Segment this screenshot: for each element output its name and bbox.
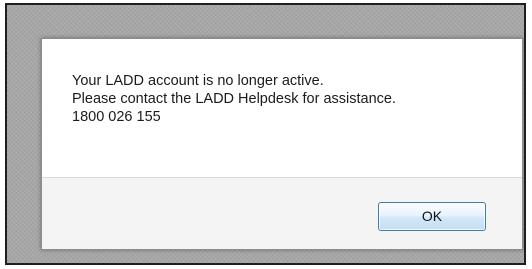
message-line-account-inactive: Your LADD account is no longer active. — [72, 73, 324, 89]
ok-button[interactable]: OK — [378, 202, 486, 231]
message-line-phone-number: 1800 026 155 — [72, 109, 161, 125]
dialog-message: Your LADD account is no longer active. P… — [72, 72, 512, 126]
dialog-footer: OK — [42, 177, 522, 249]
alert-dialog: Your LADD account is no longer active. P… — [41, 38, 523, 250]
message-line-contact-helpdesk: Please contact the LADD Helpdesk for ass… — [72, 91, 396, 107]
screenshot-frame: Your LADD account is no longer active. P… — [5, 3, 526, 265]
